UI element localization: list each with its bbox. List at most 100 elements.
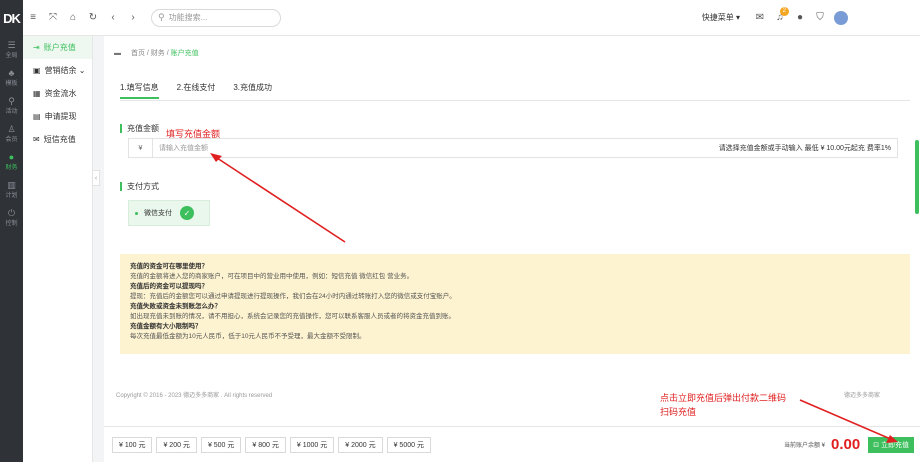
submenu-item-cash-flow[interactable]: ▦ 资金流水 <box>23 82 92 105</box>
mail-icon[interactable]: ✉ <box>750 12 770 23</box>
amount-hint: 请选择充值金额或手动输入 最低 ¥ 10.00元起充 费率1% <box>718 145 891 152</box>
folder-icon: ▬ <box>114 50 121 57</box>
rail-item-template[interactable]: ♣ 模板 <box>0 64 23 92</box>
forward-icon[interactable]: › <box>123 12 143 23</box>
balance-area: 当前账户余额 ¥ 0.00 ⊡ 立即充值 <box>784 436 914 453</box>
submenu-label: 申请提现 <box>44 112 77 121</box>
search-input[interactable]: ⚲ 功能搜索... <box>151 8 281 27</box>
faq-question: 充值失败或资金未到账怎么办？ <box>130 303 221 310</box>
footer: Copyright © 2016 - 2023 德迈多多商家 . All rig… <box>104 384 920 404</box>
wechat-pay-option[interactable]: 微信支付 ✓ <box>128 200 210 226</box>
annotation-scan-note-2: 扫码充值 <box>660 407 697 417</box>
rail-label: 会员 <box>5 137 18 143</box>
plan-icon: ▥ <box>7 180 16 190</box>
app: DK ☰ 全局 ♣ 模板 ⚲ 活动 ♙ 会员 ● 财务 ▥ 计划 ⏻ 控制 ≡ ⤧ ⌂ ↻ ‹… <box>0 0 920 462</box>
fullscreen-icon[interactable]: ⤧ <box>43 12 63 23</box>
footer-brand: 德迈多多商家 <box>843 392 880 399</box>
balance-label: 当前账户余额 ¥ <box>783 443 825 449</box>
amount-chip-2000[interactable]: ¥ 2000 元 <box>338 436 383 453</box>
breadcrumb: ▬ 首页 / 财务 / 账户充值 <box>114 50 199 57</box>
annotation-fill-amount: 填写充值金额 <box>166 129 221 139</box>
annotation-scan-note-1: 点击立即充值后弹出付款二维码 <box>660 393 787 403</box>
amount-chip-500[interactable]: ¥ 500 元 <box>200 436 242 453</box>
left-rail: DK ☰ 全局 ♣ 模板 ⚲ 活动 ♙ 会员 ● 财务 ▥ 计划 ⏻ 控制 <box>0 0 23 462</box>
hamburger-icon[interactable]: ≡ <box>23 12 43 23</box>
step-tabs: 1.填写信息 2.在线支付 3.充值成功 <box>120 82 272 99</box>
amount-row: ¥ 请输入充值金额 请选择充值金额或手动输入 最低 ¥ 10.00元起充 费率1… <box>128 138 898 158</box>
step-success[interactable]: 3.充值成功 <box>233 82 272 99</box>
rail-label: 活动 <box>5 109 18 115</box>
step-online-pay[interactable]: 2.在线支付 <box>177 82 216 99</box>
top-bar: ≡ ⤧ ⌂ ↻ ‹ › ⚲ 功能搜索... 快捷菜单 ▾ ✉ ♫ 2 ● ⛉ <box>23 0 920 36</box>
refresh-icon[interactable]: ↻ <box>83 12 103 23</box>
rail-label: 财务 <box>5 165 18 171</box>
recharge-now-button[interactable]: ⊡ 立即充值 <box>868 436 914 453</box>
submenu-label: 营销结余 ⌄ <box>44 66 86 75</box>
breadcrumb-current: 账户充值 <box>170 50 199 57</box>
rail-item-control[interactable]: ⏻ 控制 <box>0 204 23 232</box>
rail-item-activity[interactable]: ⚲ 活动 <box>0 92 23 120</box>
faq-answer: 提现：充值后的金额您可以通过申请提现进行提现操作，我们会在24小时内通过转账打入… <box>130 293 456 300</box>
activity-icon: ⚲ <box>8 96 15 106</box>
faq-answer: 如出现充值未到账的情况，请不用担心，系统会记录您的充值操作，您可以联系客服人员或… <box>130 313 455 320</box>
copyright: Copyright © 2016 - 2023 德迈多多商家 . All rig… <box>116 392 273 399</box>
search-icon: ⚲ <box>158 12 165 22</box>
check-icon: ✓ <box>180 206 194 220</box>
search-placeholder: 功能搜索... <box>168 13 208 22</box>
amount-section-title: 充值金额 <box>120 124 159 133</box>
steps-divider <box>120 100 910 101</box>
shield-icon[interactable]: ⛉ <box>810 12 830 23</box>
faq-question: 充值的资金可在哪里使用？ <box>130 263 208 270</box>
home-icon[interactable]: ⌂ <box>63 12 83 23</box>
menu-icon: ☰ <box>7 40 16 50</box>
submenu-label: 资金流水 <box>44 89 77 98</box>
rail-item-global[interactable]: ☰ 全局 <box>0 36 23 64</box>
balance-icon: ▣ <box>33 66 41 75</box>
top-bar-right: 快捷菜单 ▾ ✉ ♫ 2 ● ⛉ <box>702 7 912 25</box>
amount-chips: ¥ 100 元 ¥ 200 元 ¥ 500 元 ¥ 800 元 ¥ 1000 元… <box>112 436 431 453</box>
quick-menu[interactable]: 快捷菜单 ▾ <box>702 12 740 23</box>
notification-badge: 2 <box>779 7 789 16</box>
submenu-label: 短信充值 <box>43 135 76 144</box>
submenu-item-recharge[interactable]: ⇥ 账户充值 <box>23 36 92 59</box>
rail-label: 控制 <box>5 221 18 227</box>
withdraw-icon: ▤ <box>33 112 41 121</box>
faq-question: 充值金额有大小限制吗？ <box>130 323 202 330</box>
step-fill-info[interactable]: 1.填写信息 <box>120 82 159 99</box>
amount-input[interactable]: 请输入充值金额 <box>153 143 719 153</box>
finance-icon: ● <box>8 152 15 162</box>
breadcrumb-home[interactable]: 首页 <box>131 50 145 57</box>
template-icon: ♣ <box>8 68 15 78</box>
rail-item-member[interactable]: ♙ 会员 <box>0 120 23 148</box>
rail-item-plan[interactable]: ▥ 计划 <box>0 176 23 204</box>
breadcrumb-finance[interactable]: 财务 <box>151 50 165 57</box>
radio-dot-icon <box>135 211 138 215</box>
amount-chip-5000[interactable]: ¥ 5000 元 <box>386 436 431 453</box>
currency-symbol: ¥ <box>129 139 153 157</box>
back-icon[interactable]: ‹ <box>103 12 123 23</box>
amount-chip-1000[interactable]: ¥ 1000 元 <box>289 436 335 453</box>
user-icon[interactable]: ● <box>790 12 810 23</box>
payment-section-title: 支付方式 <box>120 182 159 191</box>
submenu-item-marketing-balance[interactable]: ▣ 营销结余 ⌄ <box>23 59 92 82</box>
faq-panel: 充值的资金可在哪里使用？ 充值的金额将进入您的商家账户，可在项目中的营业用中使用… <box>120 254 910 354</box>
amount-chip-200[interactable]: ¥ 200 元 <box>156 436 197 453</box>
rail-label: 模板 <box>5 81 18 87</box>
submenu-item-sms-recharge[interactable]: ✉ 短信充值 <box>23 128 92 151</box>
sms-icon: ✉ <box>33 135 40 144</box>
user-name-area[interactable] <box>852 10 912 25</box>
amount-chip-100[interactable]: ¥ 100 元 <box>112 436 153 453</box>
rail-item-finance[interactable]: ● 财务 <box>0 148 23 176</box>
submenu-label: 账户充值 <box>43 43 76 52</box>
sub-menu: ⇥ 账户充值 ▣ 营销结余 ⌄ ▦ 资金流水 ▤ 申请提现 ✉ 短信充值 <box>23 36 93 462</box>
member-icon: ♙ <box>7 124 16 134</box>
bell-icon[interactable]: ♫ 2 <box>770 7 790 23</box>
amount-chip-800[interactable]: ¥ 800 元 <box>245 436 286 453</box>
cash-flow-icon: ▦ <box>33 89 41 98</box>
scrollbar[interactable] <box>915 140 919 214</box>
wechat-pay-label: 微信支付 <box>144 210 172 217</box>
faq-answer: 充值的金额将进入您的商家账户，可在项目中的营业用中使用，例如：短信充值 微信红包… <box>130 273 414 280</box>
submenu-item-withdraw[interactable]: ▤ 申请提现 <box>23 105 92 128</box>
avatar[interactable] <box>834 10 848 25</box>
collapse-sidebar-button[interactable]: ‹ <box>92 170 100 186</box>
